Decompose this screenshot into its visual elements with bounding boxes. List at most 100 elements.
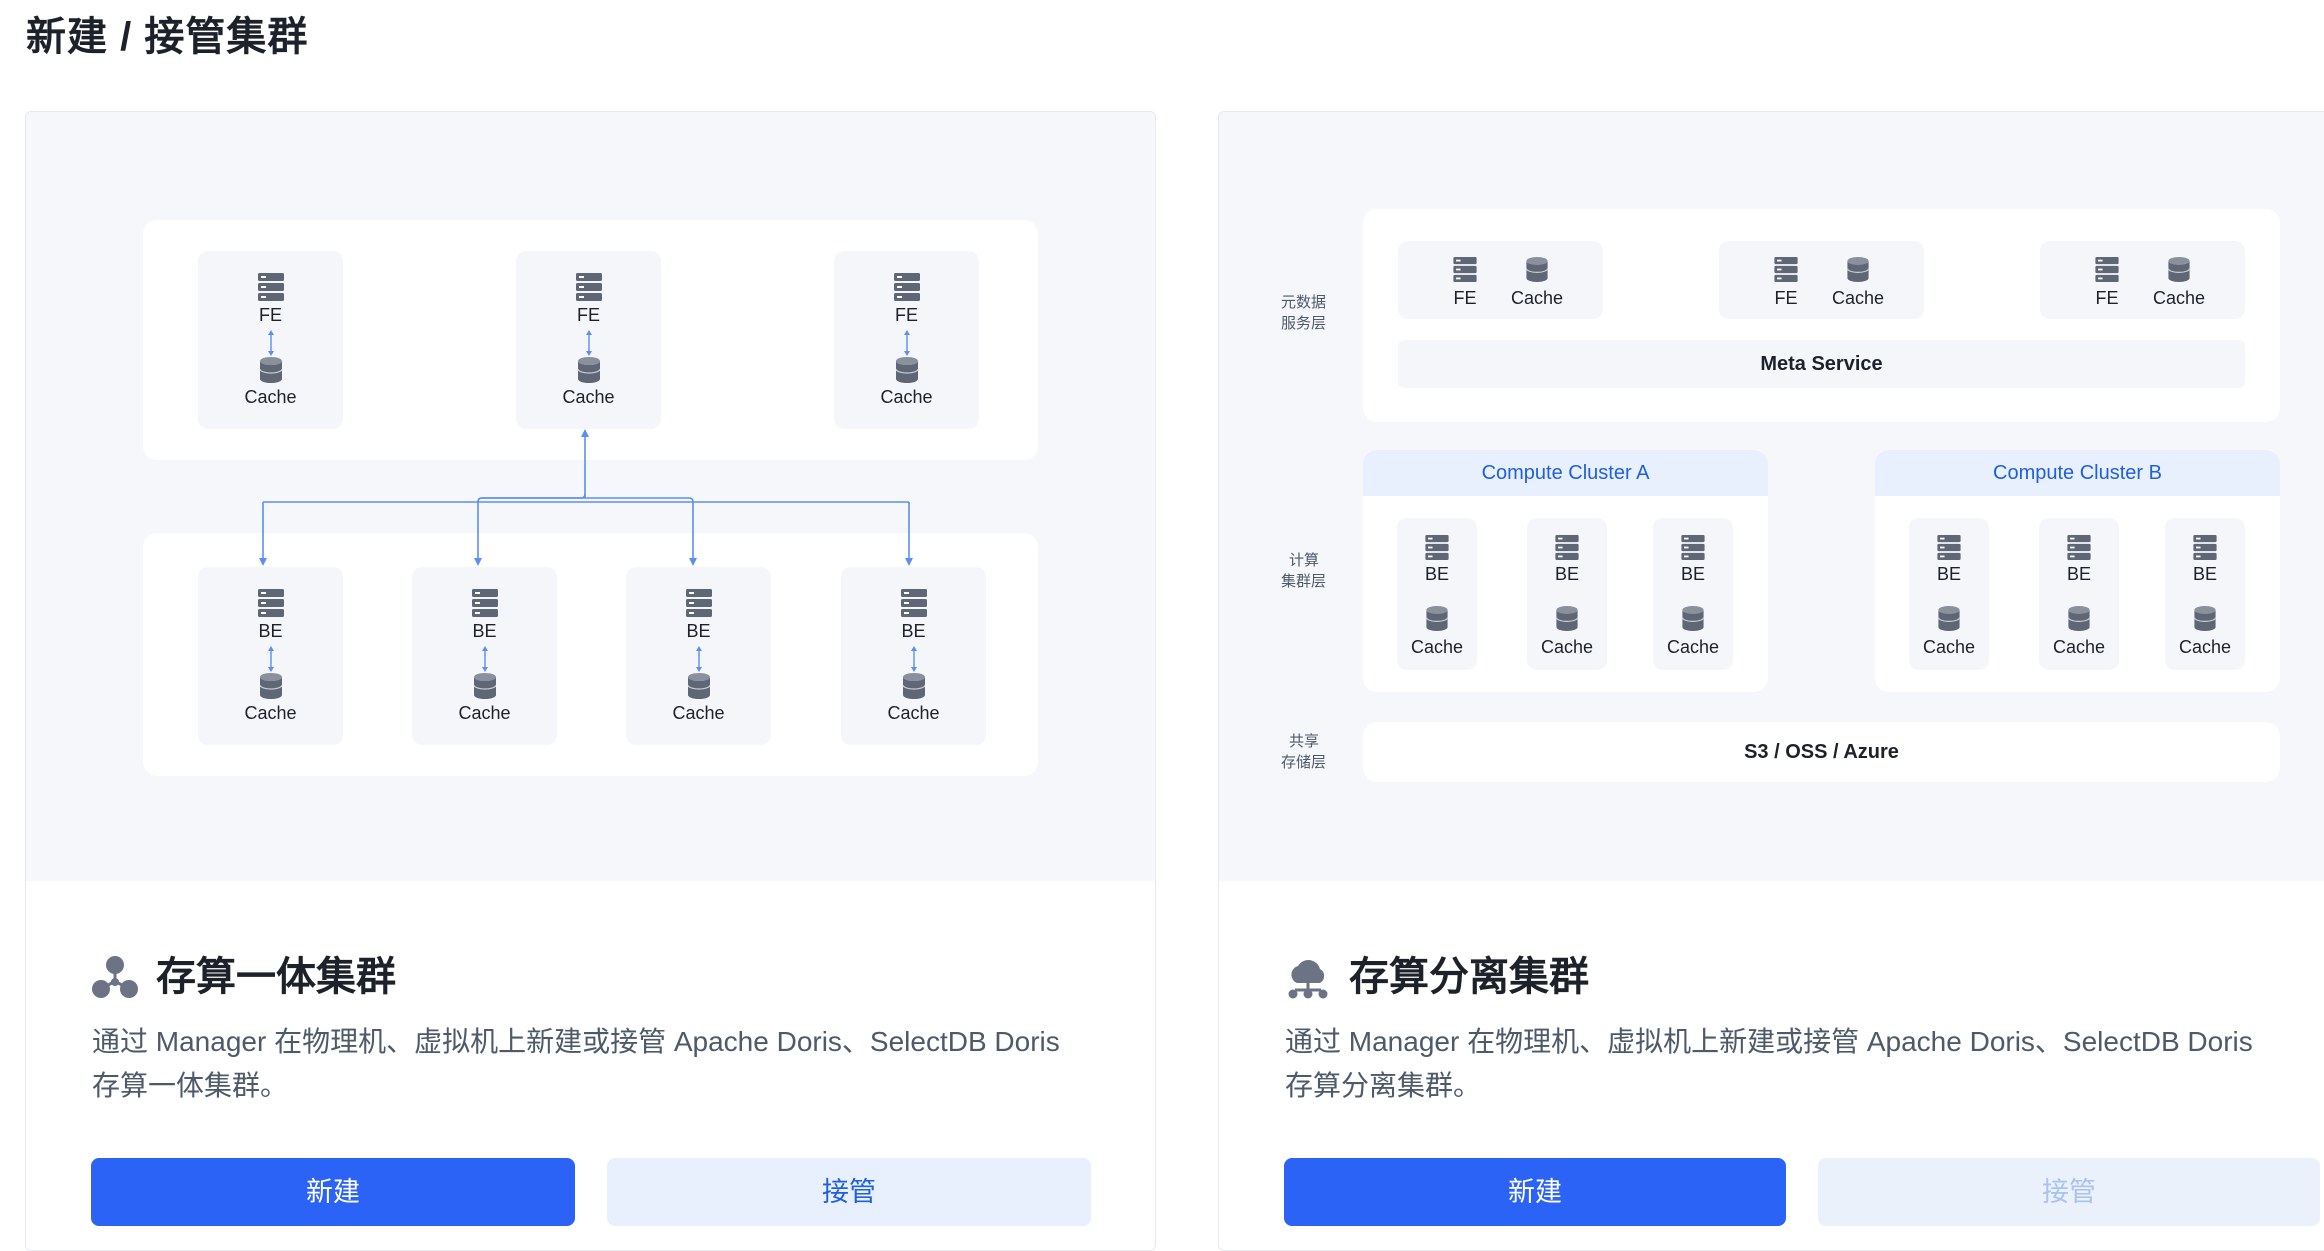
database-icon [2168,257,2190,282]
compute-cluster-b: Compute Cluster B BE Cache BE Cache BE C… [1875,450,2280,692]
database-icon [1556,606,1578,631]
layer-label-compute: 计算 [1289,552,1320,569]
server-icon [2193,535,2217,560]
page-title: 新建 / 接管集群 [26,15,309,59]
meta-service-panel: FE Cache FE Cache FE Cache Meta Service [1363,209,2280,422]
fe-label: FE [1774,288,1798,308]
cache-label: Cache [672,703,725,723]
be-node: BE Cache [2039,518,2119,670]
be-label: BE [901,621,926,641]
fe-label: FE [576,305,600,325]
cache-label: Cache [2052,637,2106,657]
cache-label: Cache [244,703,297,723]
create-button[interactable]: 新建 [91,1158,575,1226]
server-icon [2095,257,2119,282]
fe-cache-group: FE Cache [1719,241,1924,319]
bidirectional-arrow-icon [904,330,910,356]
database-icon [902,673,925,699]
cache-label: Cache [1666,637,1720,657]
create-button[interactable]: 新建 [1284,1158,1786,1226]
be-label: BE [2192,564,2217,584]
cache-label: Cache [244,387,297,407]
database-icon [1526,257,1548,282]
be-node: BE Cache [1909,518,1989,670]
bidirectional-arrow-icon [911,646,917,672]
fe-label: FE [1453,288,1477,308]
server-icon [471,589,498,617]
bidirectional-arrow-icon [696,646,702,672]
server-icon [575,273,602,301]
cache-label: Cache [1410,637,1464,657]
server-icon [1774,257,1798,282]
server-icon [2067,535,2091,560]
database-icon [259,673,282,699]
be-label: BE [1554,564,1579,584]
description-line: 通过 Manager 在物理机、虚拟机上新建或接管 Apache Doris、S… [92,1026,1060,1057]
cache-label: Cache [562,387,615,407]
database-icon [473,673,496,699]
bidirectional-arrow-icon [482,646,488,672]
integrated-diagram: FE Cache FE Cache FE Cache BE Cache BE C… [26,112,1155,881]
fe-node: FE Cache [198,251,343,429]
description-line: 通过 Manager 在物理机、虚拟机上新建或接管 Apache Doris、S… [1285,1026,2253,1057]
storage-label: S3 / OSS / Azure [1744,741,1899,763]
cache-label: Cache [1831,288,1885,308]
be-label: BE [1936,564,1961,584]
cache-label: Cache [1510,288,1564,308]
integrated-cluster-card: FE Cache FE Cache FE Cache BE Cache BE C… [25,111,1156,1251]
card-title: 存算分离集群 [1349,955,1589,999]
be-node: BE Cache [1527,518,1607,670]
cache-label: Cache [1540,637,1594,657]
cluster-a-title: Compute Cluster A [1363,450,1768,496]
be-label: BE [2066,564,2091,584]
cache-label: Cache [458,703,511,723]
be-node: BE Cache [1397,518,1477,670]
connector-lines [259,429,913,566]
server-icon [900,589,927,617]
server-icon [1555,535,1579,560]
fe-label: FE [258,305,282,325]
fe-node: FE Cache [834,251,979,429]
database-icon [1682,606,1704,631]
takeover-button[interactable]: 接管 [607,1158,1091,1226]
cache-label: Cache [880,387,933,407]
meta-service-bar: Meta Service [1398,340,2245,388]
bidirectional-arrow-icon [268,646,274,672]
server-icon [1453,257,1477,282]
be-node: BE Cache [841,567,986,745]
takeover-button-disabled[interactable]: 接管 [1818,1158,2320,1226]
bidirectional-arrow-icon [586,330,592,356]
database-icon [577,357,600,383]
database-icon [1847,257,1869,282]
database-icon [1938,606,1960,631]
be-label: BE [1424,564,1449,584]
cluster-integrated-icon [92,956,138,998]
cluster-b-title: Compute Cluster B [1875,450,2280,496]
card-description: 通过 Manager 在物理机、虚拟机上新建或接管 Apache Doris、S… [92,1020,1060,1108]
be-node: BE Cache [2165,518,2245,670]
be-label: BE [686,621,711,641]
cloud-cluster-icon [1288,960,1328,999]
server-icon [893,273,920,301]
fe-node: FE Cache [516,251,661,429]
fe-label: FE [2095,288,2119,308]
cache-label: Cache [2152,288,2206,308]
server-icon [257,589,284,617]
database-icon [2194,606,2216,631]
be-node: BE Cache [198,567,343,745]
cache-label: Cache [887,703,940,723]
database-icon [1426,606,1448,631]
server-icon [1425,535,1449,560]
layer-label-storage: 共享 存储层 [1281,733,1327,771]
server-icon [1937,535,1961,560]
fe-label: FE [894,305,918,325]
card-title: 存算一体集群 [156,955,396,999]
be-node: BE Cache [412,567,557,745]
be-node: BE Cache [1653,518,1733,670]
card-description: 通过 Manager 在物理机、虚拟机上新建或接管 Apache Doris、S… [1285,1020,2253,1108]
server-icon [1681,535,1705,560]
shared-storage-bar: S3 / OSS / Azure [1363,722,2280,782]
fe-cache-group: FE Cache [2040,241,2245,319]
compute-cluster-a: Compute Cluster A BE Cache BE Cache BE C… [1363,450,1768,692]
separated-diagram: 元数据 服务层 计算 集群层 共享 存储层 FE Cache FE Cache … [1219,112,2324,881]
